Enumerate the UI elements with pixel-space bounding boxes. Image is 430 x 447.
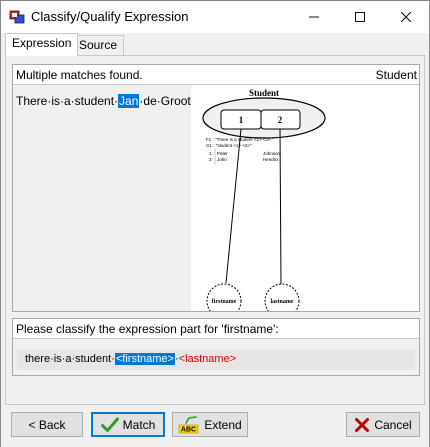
classify-text-before: there·is·a·student·: [25, 353, 115, 365]
entity-lastname-label: lastname: [271, 299, 294, 305]
expression-before: There·is·a·student·: [16, 94, 119, 108]
entity-firstname-circle[interactable]: [206, 283, 242, 311]
cancel-button-label: Cancel: [374, 417, 412, 432]
abc-spellcheck-icon: ABC: [179, 415, 199, 433]
maximize-icon: [355, 12, 365, 22]
population-last-1: Johnson: [263, 151, 281, 156]
close-icon: [401, 12, 411, 22]
classify-qualify-dialog: Classify/Qualify Expression Expression S…: [0, 0, 430, 447]
svg-text:ABC: ABC: [181, 426, 196, 433]
expression-tab-panel: Multiple matches found. Student There·is…: [5, 55, 425, 405]
expression-text[interactable]: There·is·a·student·Jan·de·Groot: [16, 94, 191, 108]
title-bar: Classify/Qualify Expression: [1, 1, 429, 33]
population-first-1: Peter: [217, 151, 228, 156]
maximize-button[interactable]: [337, 1, 383, 33]
population-last-2: Hendrix: [263, 157, 279, 162]
matches-group: Multiple matches found. Student There·is…: [12, 64, 420, 312]
classify-expression-row[interactable]: there·is·a·student·<firstname>·<lastname…: [17, 350, 415, 370]
tab-source[interactable]: Source: [72, 35, 125, 55]
population-first-2: John: [217, 157, 227, 162]
role-connector-right: [279, 128, 282, 285]
cancel-x-icon: [355, 417, 370, 432]
tab-expression[interactable]: Expression: [5, 33, 79, 56]
population-index-2: 2:: [209, 157, 213, 162]
back-button-label: < Back: [28, 417, 66, 432]
classify-group: Please classify the expression part for …: [12, 318, 420, 376]
fact-line-2: G1 : "student <1> <2>": [206, 143, 252, 148]
extend-button[interactable]: ABC Extend: [172, 412, 248, 437]
diagram-pane: Student 1 2 F1 : "There is a student <1>…: [193, 85, 419, 311]
expression-pane: There·is·a·student·Jan·de·Groot: [13, 85, 191, 311]
button-bar: < Back Match ABC Extend Cancel: [1, 405, 429, 447]
lastname-tag[interactable]: <lastname>: [179, 353, 236, 365]
expression-selected[interactable]: Jan: [118, 94, 140, 108]
app-icon: [9, 10, 25, 24]
entity-firstname-label: firstname: [212, 299, 237, 305]
classify-prompt: Please classify the expression part for …: [16, 322, 279, 336]
population-index-1: 1:: [209, 151, 213, 156]
expression-after: ·de·Groot: [139, 94, 191, 108]
close-button[interactable]: [383, 1, 429, 33]
tab-strip: Expression Source: [1, 33, 429, 56]
role-label-1: 1: [239, 115, 244, 125]
match-status: Multiple matches found.: [16, 68, 143, 82]
fact-type-diagram: Student 1 2 F1 : "There is a student <1>…: [202, 88, 326, 311]
match-button[interactable]: Match: [91, 412, 165, 437]
object-type-label: Student: [375, 68, 417, 82]
classify-expression-text: there·is·a·student·<firstname>·<lastname…: [25, 353, 236, 365]
firstname-tag[interactable]: <firstname>: [114, 353, 175, 365]
matches-header: Multiple matches found. Student: [13, 65, 419, 85]
cancel-button[interactable]: Cancel: [346, 412, 420, 437]
entity-lastname-circle[interactable]: [264, 283, 300, 311]
minimize-icon: [309, 16, 319, 18]
role-label-2: 2: [278, 115, 283, 125]
diagram-title: Student: [249, 88, 279, 98]
classify-header: Please classify the expression part for …: [13, 319, 419, 339]
window-title: Classify/Qualify Expression: [31, 9, 189, 24]
minimize-button[interactable]: [291, 1, 337, 33]
extend-button-label: Extend: [204, 417, 242, 432]
back-button[interactable]: < Back: [11, 412, 83, 437]
role-connector-left: [225, 128, 242, 284]
match-button-label: Match: [122, 417, 156, 432]
checkmark-icon: [100, 417, 119, 432]
